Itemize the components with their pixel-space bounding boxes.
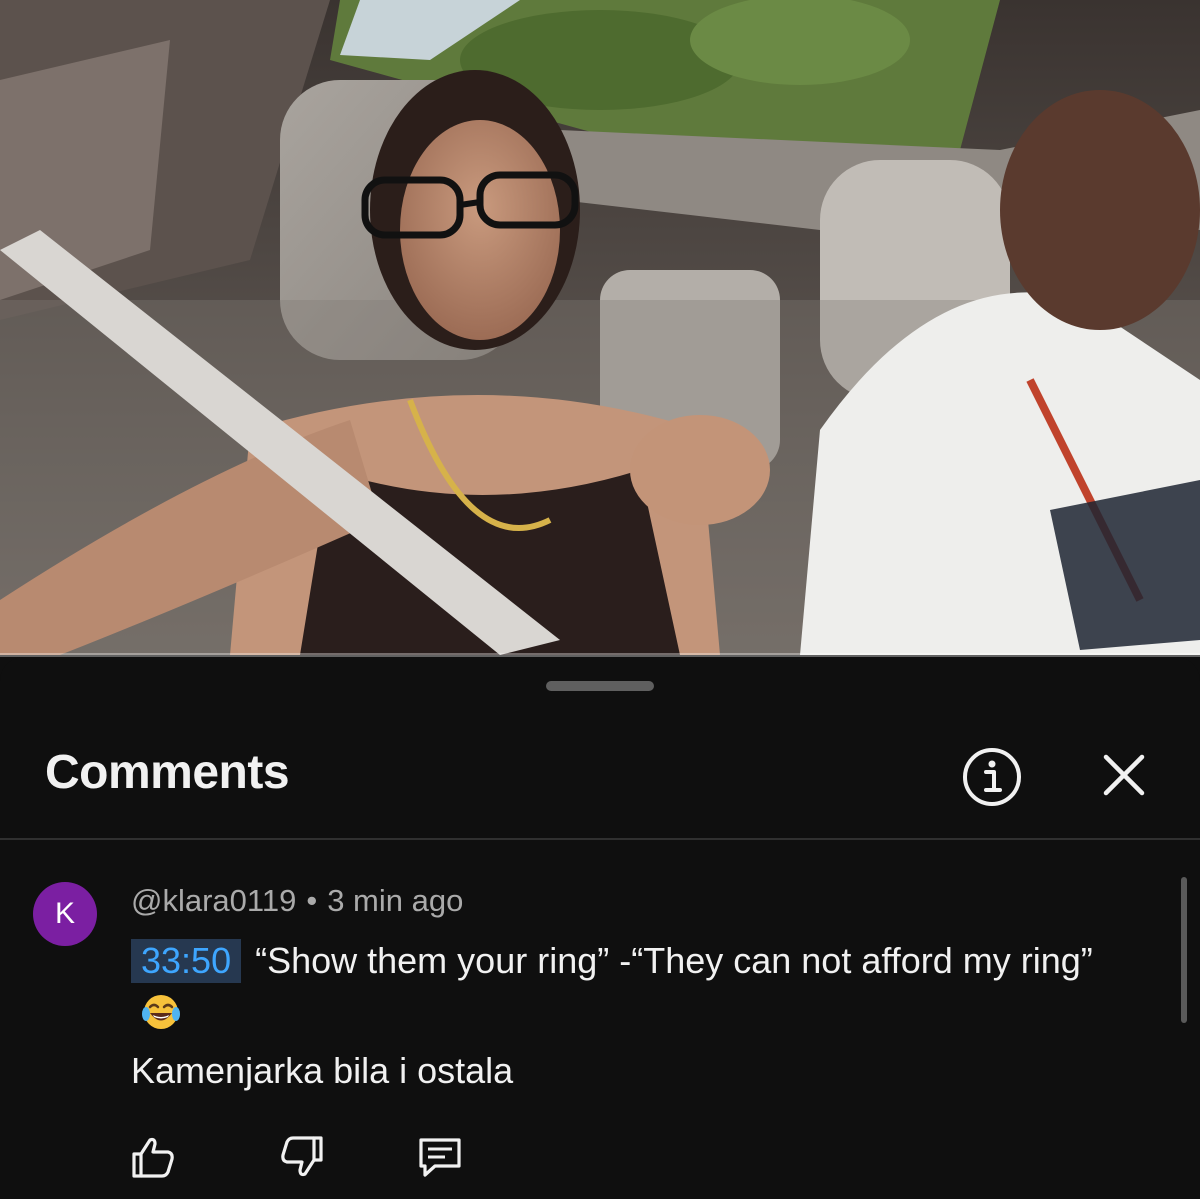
timestamp-link[interactable]: 33:50 [131, 939, 242, 983]
meta-separator: • [306, 883, 318, 918]
comment-text-line2: Kamenjarka bila i ostala [131, 1050, 514, 1091]
comment-meta: @klara0119 • 3 min ago [131, 883, 463, 919]
info-icon [963, 748, 1021, 806]
avatar[interactable]: K [33, 882, 97, 946]
comments-title: Comments [45, 746, 290, 799]
dislike-button[interactable] [277, 1132, 327, 1182]
comments-sheet: Comments K @klara0119 • 3 min ago 33:50 “Sh… [0, 657, 1200, 1199]
reply-button[interactable] [415, 1132, 465, 1182]
scrollbar[interactable] [1181, 877, 1187, 1023]
app-screen: Comments K @klara0119 • 3 min ago 33:50 “Sh… [0, 0, 1200, 1199]
video-frame-image [0, 0, 1200, 655]
close-button[interactable] [1094, 745, 1154, 805]
close-icon [1103, 754, 1145, 796]
face-with-tears-of-joy-icon [142, 995, 180, 1029]
info-button[interactable] [960, 745, 1024, 809]
comment-time: 3 min ago [327, 883, 464, 918]
thumbs-up-icon [132, 1137, 174, 1178]
comment-text: 33:50 “Show them your ring” -“They can no… [131, 933, 1131, 1098]
header-divider [0, 838, 1200, 840]
like-button[interactable] [128, 1132, 178, 1182]
comment-text-line1: “Show them your ring” -“They can not aff… [255, 940, 1093, 981]
sheet-drag-handle[interactable] [546, 681, 654, 691]
thumbs-down-icon [281, 1136, 323, 1177]
video-player[interactable] [0, 0, 1200, 655]
reply-comment-icon [419, 1138, 461, 1177]
comment-author[interactable]: @klara0119 [131, 883, 296, 918]
